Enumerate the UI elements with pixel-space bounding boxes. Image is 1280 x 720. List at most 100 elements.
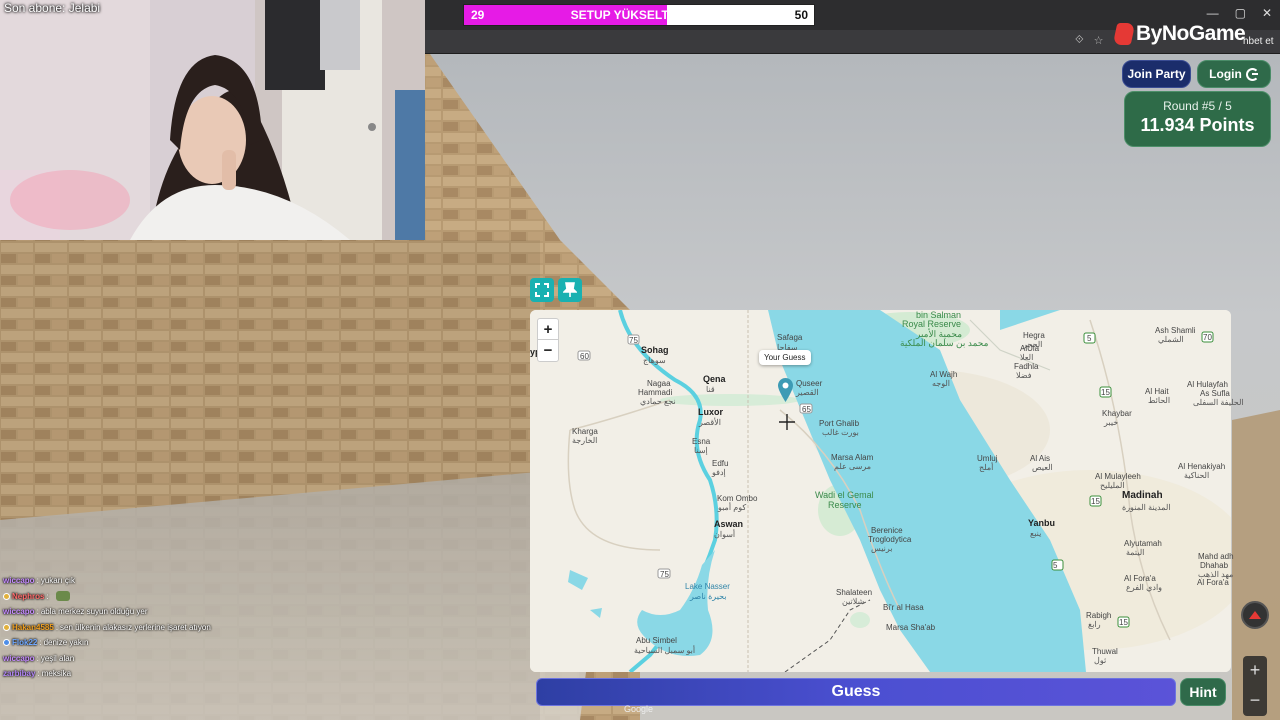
map-label-luxor-ar: الأقصر: [699, 418, 721, 427]
chat-badge-icon: [3, 623, 10, 631]
map-label-al-hulayfah-ar: الحليفة السفلى: [1193, 398, 1244, 407]
streetview-zoom-out-button[interactable]: −: [1243, 686, 1267, 716]
map-label-lake-nasser-ar: بحيرة ناصر: [690, 592, 727, 601]
map-label-khaybar: Khaybar: [1102, 409, 1132, 418]
map-toolbar: [530, 278, 582, 302]
map-label-rabigh: Rabigh: [1086, 611, 1112, 620]
map-zoom-in-button[interactable]: +: [538, 319, 558, 340]
map-label-abu-simbel-ar: أبو سمبل السياحية: [634, 646, 696, 655]
map-label-bir-al-hasa: Bi'r al Hasa: [883, 603, 924, 612]
chat-separator: :: [46, 591, 49, 601]
points-total: 11.934 Points: [1140, 115, 1255, 135]
map-label-al-hait-ar: الحائط: [1148, 396, 1171, 405]
chat-separator: :: [36, 653, 39, 663]
sponsor-brand-name: ByNoGame: [1136, 22, 1246, 45]
map-label-ula: AlUla: [1020, 344, 1040, 353]
bookmark-star-icon[interactable]: ☆: [1094, 34, 1104, 47]
compass-icon[interactable]: [1241, 601, 1269, 629]
map-label-al-hulayfah: Al Hulayfah: [1187, 380, 1228, 389]
map-label-wadi-gemal: Wadi el Gemal: [815, 490, 874, 500]
route-70-label: 70: [1203, 333, 1212, 342]
window-controls: — ▢ ✕: [1207, 6, 1272, 20]
address-bar-icons: ⟐ ☆: [1075, 34, 1104, 47]
chat-message: Flok22: denize yakın: [3, 635, 263, 651]
chat-username[interactable]: wiccapo: [3, 604, 35, 619]
map-label-al-henakiyah-ar: الحناكية: [1184, 471, 1210, 480]
route-75b-label: 75: [660, 570, 669, 579]
close-button[interactable]: ✕: [1262, 6, 1272, 20]
pin-map-button[interactable]: [558, 278, 582, 302]
chat-separator: :: [39, 638, 42, 648]
route-15c-label: 15: [1119, 618, 1128, 627]
chat-username[interactable]: Hakan4585: [12, 620, 54, 635]
join-party-button[interactable]: Join Party: [1122, 60, 1191, 88]
translate-icon[interactable]: ⟐: [1075, 34, 1084, 47]
guess-button[interactable]: Guess: [536, 678, 1176, 706]
map-label-al-fura: Al Fora'a: [1124, 574, 1156, 583]
hint-button[interactable]: Hint: [1180, 678, 1226, 706]
map-label-ula-ar: العلا: [1020, 353, 1034, 362]
map-label-hammadi-ar: نجع حمادي: [640, 397, 676, 406]
streetview-zoom-control: + −: [1243, 656, 1267, 716]
chat-username[interactable]: Flok22: [12, 635, 37, 650]
login-button[interactable]: Login: [1197, 60, 1271, 88]
map-label-royal-reserve-ar2: محمد بن سلمان الملكية: [900, 338, 989, 348]
chat-username[interactable]: wiccapo: [3, 573, 35, 588]
map-label-abu-simbel: Abu Simbel: [636, 636, 677, 645]
map-label-alyutamah: Alyutamah: [1124, 539, 1162, 548]
chat-username[interactable]: Nephros: [12, 589, 44, 604]
route-5b-label: 5: [1053, 561, 1058, 570]
chat-message: wiccapo: abla merkez suyun olduğu yer: [3, 604, 263, 620]
chat-text: denize yakın: [43, 638, 89, 648]
chat-username[interactable]: zarbibay: [3, 666, 35, 681]
map-label-thuwal-ar: ثول: [1094, 656, 1107, 665]
map-label-ash-shamli: Ash Shamli: [1155, 326, 1196, 335]
map-label-port-ghalib-ar: بورت غالب: [822, 428, 859, 437]
map-label-royal-reserve: Royal Reserve: [902, 319, 962, 329]
map-label-kharga-ar: الخارجة: [572, 436, 598, 445]
chat-message: zarbibay: meksika: [3, 666, 263, 682]
webcam-image: [0, 0, 425, 240]
map-label-al-fura-ar: وادي الفرع: [1126, 583, 1163, 592]
route-65-label: 65: [802, 405, 811, 414]
map-label-esna: Esna: [692, 437, 711, 446]
score-card: Round #5 / 5 11.934 Points: [1124, 91, 1271, 147]
map-label-berenice-ar: برنيس: [871, 544, 893, 553]
map-label-al-fura-2: Al Fora'a: [1197, 578, 1229, 587]
map-label-khaybar-ar: خيبر: [1104, 418, 1119, 427]
sponsor-suffix: hbet et: [1243, 36, 1274, 47]
chat-message: Nephros:: [3, 589, 263, 605]
map-label-dhahab: Dhahab: [1200, 561, 1229, 570]
minimize-button[interactable]: —: [1207, 6, 1219, 20]
chat-message: wiccapo: yukarı çık: [3, 573, 263, 589]
map-label-al-mulayleeh: Al Mulayleeh: [1095, 472, 1141, 481]
goal-title: SETUP YÜKSELTELIMM: [570, 8, 708, 22]
bynogame-logo-icon: [1112, 23, 1136, 45]
route-15b-label: 15: [1091, 497, 1100, 506]
streetview-zoom-in-button[interactable]: +: [1243, 656, 1267, 686]
subscriber-goal-bar: SETUP YÜKSELTELIMM 29 50: [463, 4, 815, 26]
chat-username[interactable]: wiccapo: [3, 651, 35, 666]
map-label-madinah-ar: المدينة المنورة: [1122, 503, 1171, 512]
map-label-kom-ombo: Kom Ombo: [717, 494, 758, 503]
webcam-feed: Son abone: Jelabi: [0, 0, 425, 240]
map-zoom-out-button[interactable]: −: [538, 340, 558, 361]
map-label-al-ais: Al Ais: [1030, 454, 1051, 463]
map-label-aswan: Aswan: [714, 519, 744, 529]
chat-overlay: wiccapo: yukarı çık Nephros: wiccapo: abla m…: [3, 573, 263, 682]
map-label-shalateen: Shalateen: [836, 588, 873, 597]
map-label-madinah: Madinah: [1122, 490, 1163, 501]
maximize-button[interactable]: ▢: [1235, 6, 1246, 20]
guess-tooltip: Your Guess: [759, 350, 811, 365]
chat-text: yeşil alan: [40, 653, 75, 663]
map-label-sohag-ar: سوهاج: [643, 356, 666, 365]
google-attribution: Google: [624, 704, 654, 714]
chat-separator: :: [37, 669, 40, 679]
stream-scene: — ▢ ✕ ⟐ ☆ ByNoGame hbet et SETUP YÜKSELT…: [0, 0, 1280, 720]
map-label-hammadi: Hammadi: [638, 388, 673, 397]
map-pin-icon[interactable]: [778, 378, 793, 402]
map-label-fadhla-ar: فضلا: [1016, 371, 1032, 380]
expand-map-button[interactable]: [530, 278, 554, 302]
route-15-label: 15: [1101, 388, 1110, 397]
map-label-al-mulayleeh-ar: المليليح: [1100, 481, 1125, 490]
